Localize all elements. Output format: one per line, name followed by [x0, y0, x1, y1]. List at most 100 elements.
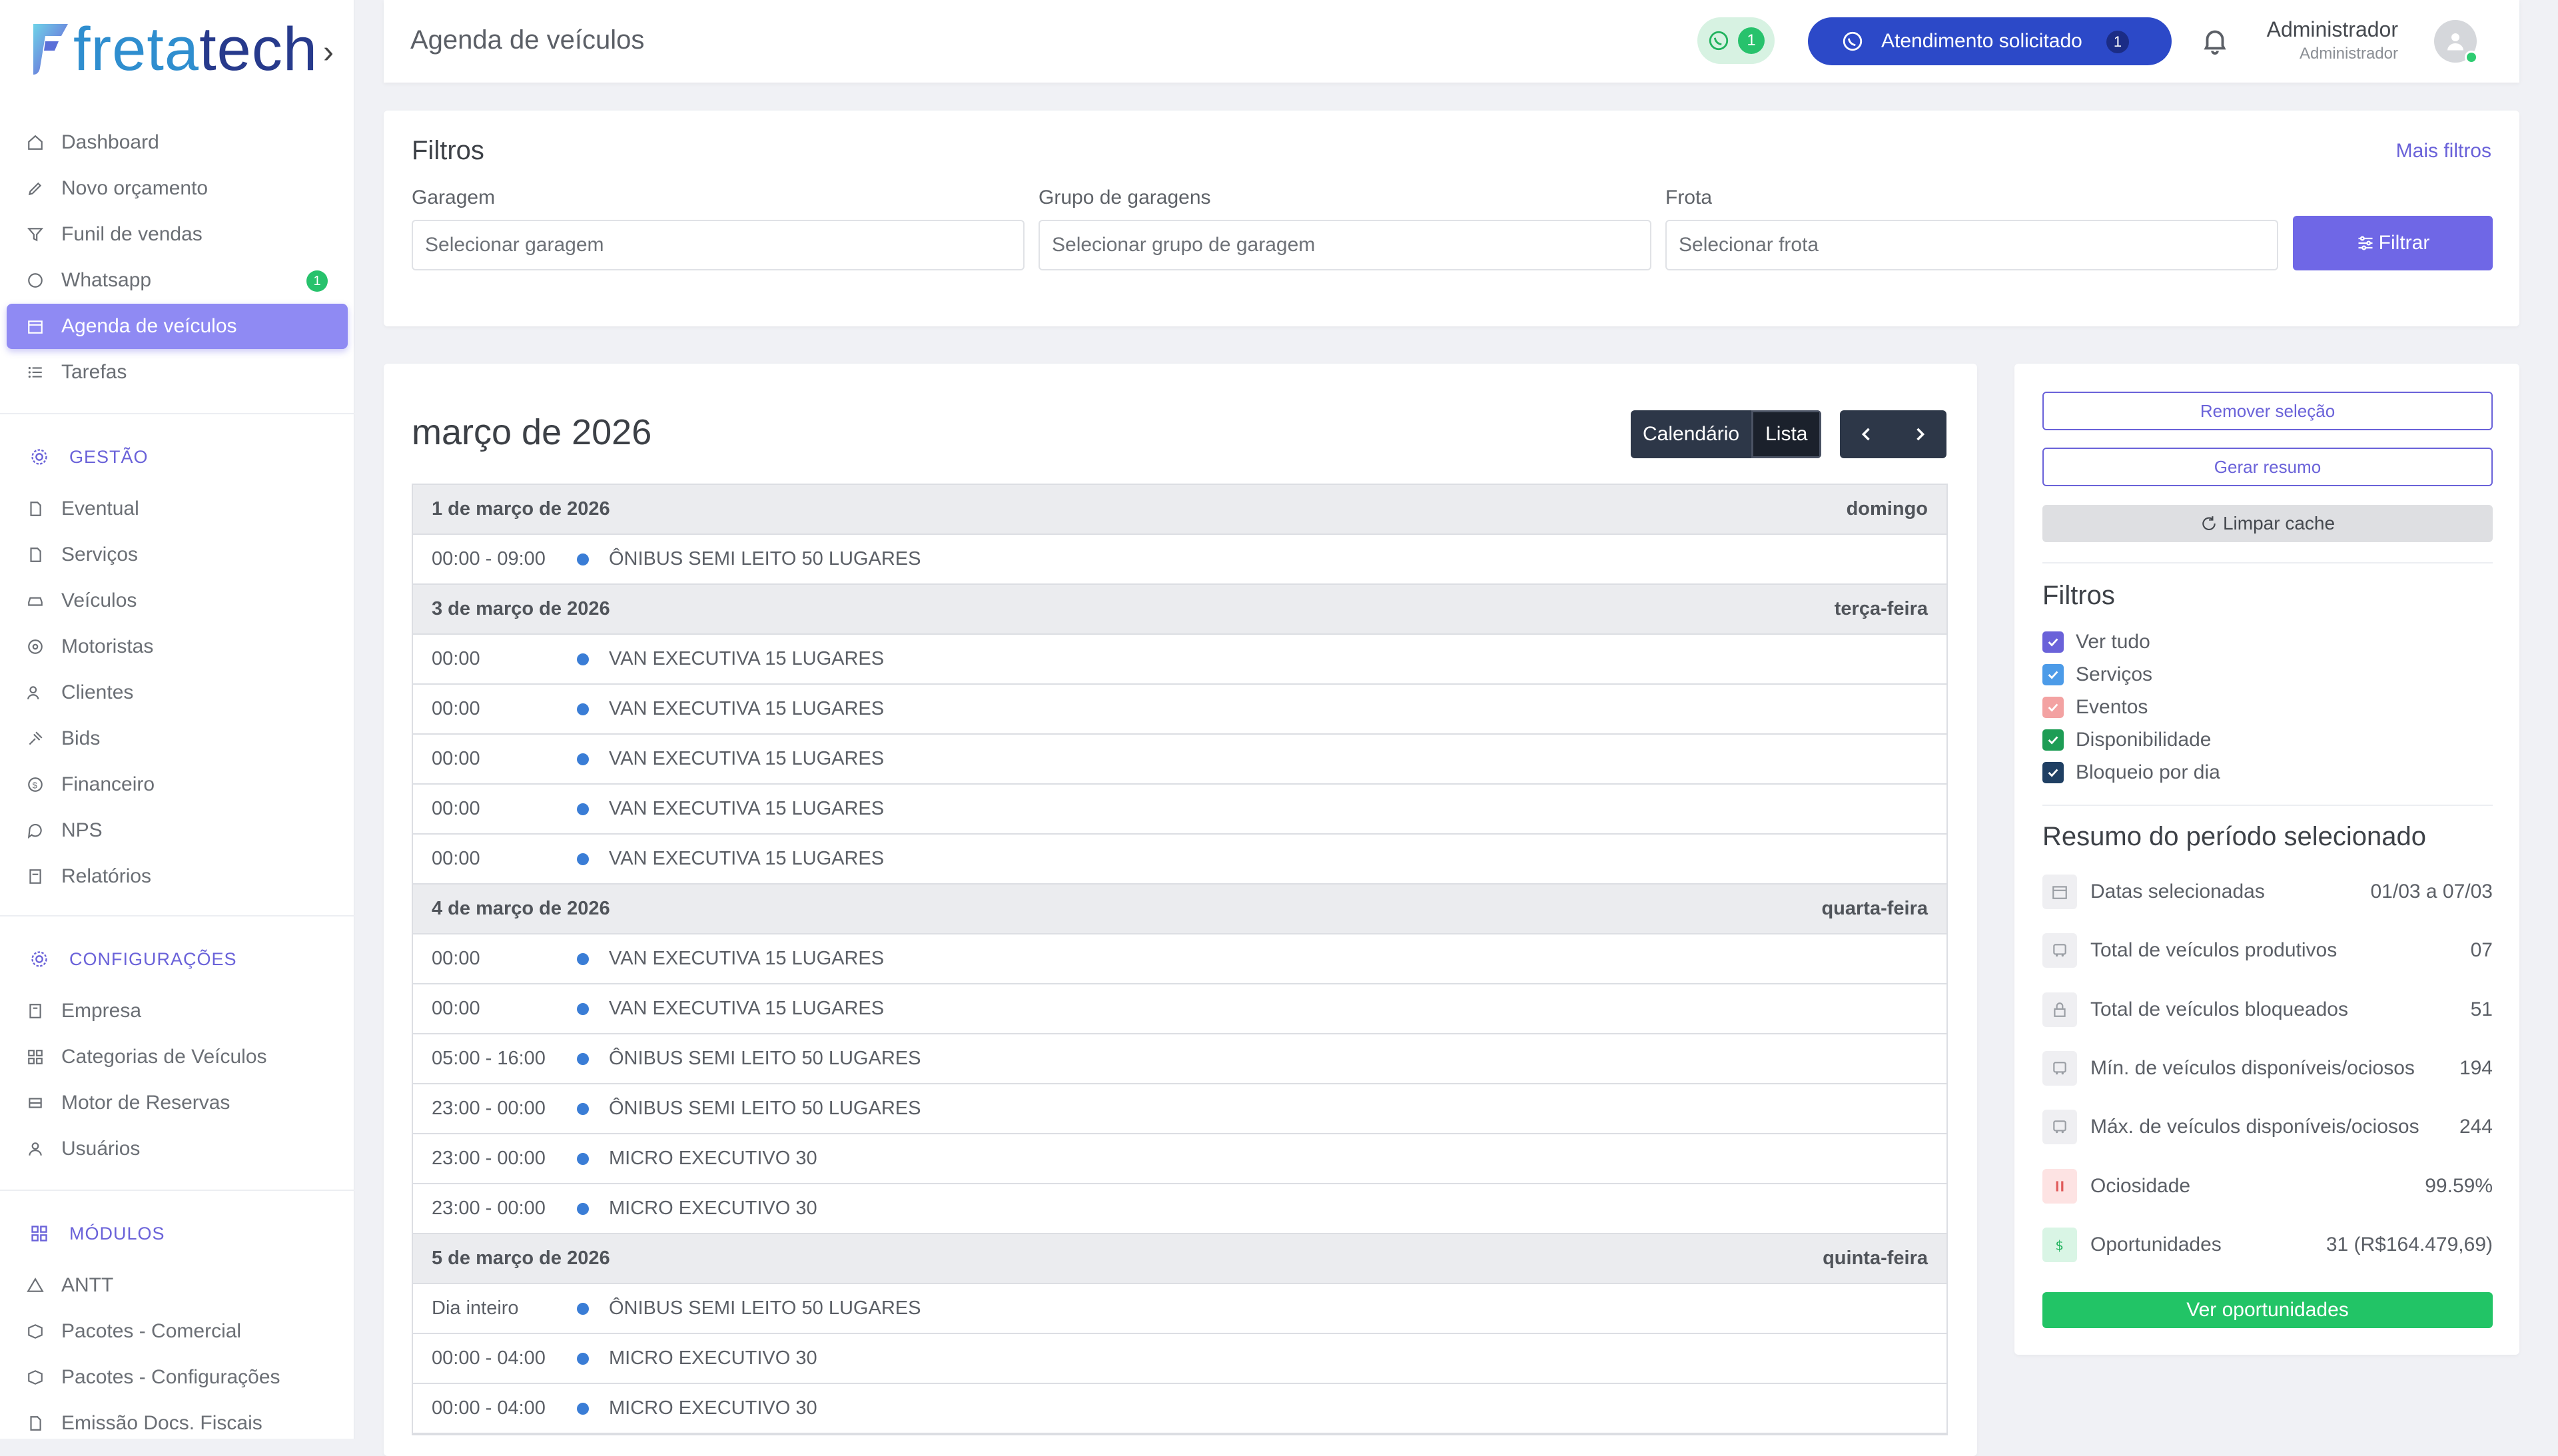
sidebar-item-empresa[interactable]: Empresa — [7, 988, 348, 1034]
filter-button-label: Filtrar — [2378, 232, 2430, 254]
event-row[interactable]: 23:00 - 00:00 MICRO EXECUTIVO 30 — [413, 1184, 1946, 1234]
next-month-button[interactable] — [1893, 410, 1946, 458]
summary-value: 244 — [2459, 1116, 2493, 1138]
sidebar-item-funil-de-vendas[interactable]: Funil de vendas — [7, 212, 348, 257]
filter-checkbox-disponibilidade[interactable]: Disponibilidade — [2042, 727, 2211, 753]
garagem-select[interactable]: Selecionar garagem — [412, 220, 1025, 270]
sidebar-item-label: Motor de Reservas — [61, 1092, 230, 1114]
summary-value: 07 — [2470, 939, 2493, 962]
sidebar-item-clientes[interactable]: Clientes — [7, 670, 348, 715]
user-name: Administrador — [2266, 17, 2398, 41]
grupo-garagem-select[interactable]: Selecionar grupo de garagem — [1039, 220, 1651, 270]
event-row[interactable]: 23:00 - 00:00 ÔNIBUS SEMI LEITO 50 LUGARE… — [413, 1084, 1946, 1134]
sidebar-item-motoristas[interactable]: Motoristas — [7, 624, 348, 669]
sidebar-item-dashboard[interactable]: Dashboard — [7, 120, 348, 165]
sidebar-item-usuarios[interactable]: Usuários — [7, 1126, 348, 1172]
day-header-row[interactable]: 3 de março de 2026 terça-feira — [413, 585, 1946, 635]
event-row[interactable]: 05:00 - 16:00 ÔNIBUS SEMI LEITO 50 LUGARE… — [413, 1034, 1946, 1084]
attendance-requested-button[interactable]: Atendimento solicitado 1 — [1808, 17, 2172, 65]
summary-row-min-de-veiculos-disponiveis-ociosos: Mín. de veículos disponíveis/ociosos 194 — [2042, 1049, 2493, 1088]
remove-selection-button[interactable]: Remover seleção — [2042, 392, 2493, 430]
event-row[interactable]: 00:00 - 04:00 MICRO EXECUTIVO 30 — [413, 1334, 1946, 1384]
sidebar-item-novo-orcamento[interactable]: Novo orçamento — [7, 166, 348, 211]
sidebar-item-label: Pacotes - Configurações — [61, 1366, 280, 1388]
event-time: 00:00 - 09:00 — [432, 548, 546, 569]
sidebar-item-label: Usuários — [61, 1138, 141, 1160]
whatsapp-icon — [1843, 31, 1863, 51]
brand-wordmark: fretatech — [73, 15, 318, 83]
sidebar-item-label: Pacotes - Comercial — [61, 1320, 242, 1342]
sidebar-item-tarefas[interactable]: Tarefas — [7, 350, 348, 395]
event-title: VAN EXECUTIVA 15 LUGARES — [609, 648, 885, 669]
avatar[interactable] — [2434, 20, 2478, 64]
filter-button[interactable]: Filtrar — [2293, 216, 2493, 270]
event-row[interactable]: 00:00 VAN EXECUTIVA 15 LUGARES — [413, 785, 1946, 835]
car-icon — [27, 592, 44, 609]
calendar-view-button[interactable]: Calendário — [1631, 410, 1752, 458]
event-time: Dia inteiro — [432, 1297, 519, 1319]
day-weekday: domingo — [1846, 498, 1928, 520]
day-header-row[interactable]: 5 de março de 2026 quinta-feira — [413, 1234, 1946, 1284]
gear-icon — [29, 447, 49, 467]
sidebar-item-categorias-de-veiculos[interactable]: Categorias de Veículos — [7, 1034, 348, 1080]
chevron-right-icon[interactable]: › — [323, 34, 334, 71]
event-row[interactable]: 23:00 - 00:00 MICRO EXECUTIVO 30 — [413, 1134, 1946, 1184]
sidebar-item-eventual[interactable]: Eventual — [7, 486, 348, 532]
filter-checkbox-servicos[interactable]: Serviços — [2042, 661, 2152, 688]
list-view-button[interactable]: Lista — [1751, 410, 1822, 458]
filter-checkbox-eventos[interactable]: Eventos — [2042, 694, 2148, 721]
sidebar-item-servicos[interactable]: Serviços — [7, 532, 348, 577]
sidebar-item-veiculos[interactable]: Veículos — [7, 578, 348, 623]
event-time: 00:00 - 04:00 — [432, 1397, 546, 1419]
sidebar-item-motor-de-reservas[interactable]: Motor de Reservas — [7, 1080, 348, 1126]
generate-summary-button[interactable]: Gerar resumo — [2042, 448, 2493, 486]
clear-cache-button[interactable]: Limpar cache — [2042, 505, 2493, 542]
sidebar-item-agenda-de-veiculos[interactable]: Agenda de veículos — [7, 304, 348, 349]
event-title: ÔNIBUS SEMI LEITO 50 LUGARES — [609, 548, 921, 569]
summary-value: 51 — [2470, 998, 2493, 1020]
event-row[interactable]: 00:00 VAN EXECUTIVA 15 LUGARES — [413, 934, 1946, 984]
file-icon — [27, 500, 44, 518]
sidebar-item-pacotes-configuracoes[interactable]: Pacotes - Configurações — [7, 1355, 348, 1400]
sidebar-item-relatorios[interactable]: Relatórios — [7, 854, 348, 899]
event-row[interactable]: 00:00 VAN EXECUTIVA 15 LUGARES — [413, 685, 1946, 735]
view-opportunities-button[interactable]: Ver oportunidades — [2042, 1292, 2493, 1328]
sidebar-item-pacotes-comercial[interactable]: Pacotes - Comercial — [7, 1309, 348, 1354]
bell-icon[interactable] — [2200, 25, 2230, 56]
whatsapp-button[interactable]: 1 — [1697, 17, 1775, 64]
event-dot-icon — [577, 1202, 589, 1215]
brand-logo[interactable]: fretatech › — [29, 16, 334, 83]
filter-checkbox-bloqueio-por-dia[interactable]: Bloqueio por dia — [2042, 759, 2220, 786]
side-filters-title: Filtros — [2042, 581, 2115, 610]
event-row[interactable]: 00:00 VAN EXECUTIVA 15 LUGARES — [413, 984, 1946, 1034]
sidebar-item-label: Eventual — [61, 498, 139, 520]
more-filters-link[interactable]: Mais filtros — [2396, 140, 2491, 163]
event-row[interactable]: Dia inteiro ÔNIBUS SEMI LEITO 50 LUGARES — [413, 1284, 1946, 1334]
sidebar-item-nps[interactable]: NPS — [7, 808, 348, 853]
checkbox-check-icon — [2042, 762, 2064, 783]
event-title: ÔNIBUS SEMI LEITO 50 LUGARES — [609, 1297, 921, 1319]
event-dot-icon — [577, 1302, 589, 1315]
event-dot-icon — [577, 703, 589, 715]
sidebar-item-antt[interactable]: ANTT — [7, 1263, 348, 1308]
prev-month-button[interactable] — [1840, 410, 1893, 458]
frota-select[interactable]: Selecionar frota — [1665, 220, 2278, 270]
event-row[interactable]: 00:00 - 04:00 MICRO EXECUTIVO 30 — [413, 1384, 1946, 1434]
day-header-row[interactable]: 1 de março de 2026 domingo — [413, 485, 1946, 535]
divider — [2042, 805, 2493, 806]
event-row[interactable]: 00:00 VAN EXECUTIVA 15 LUGARES — [413, 635, 1946, 685]
event-row[interactable]: 00:00 VAN EXECUTIVA 15 LUGARES — [413, 735, 1946, 785]
sidebar-item-emissao-docs-fiscais[interactable]: Emissão Docs. Fiscais — [7, 1401, 348, 1446]
filter-checkbox-ver-tudo[interactable]: Ver tudo — [2042, 629, 2150, 655]
event-row[interactable]: 00:00 VAN EXECUTIVA 15 LUGARES — [413, 835, 1946, 885]
event-dot-icon — [577, 1002, 589, 1015]
day-header-row[interactable]: 4 de março de 2026 quarta-feira — [413, 885, 1946, 934]
sidebar-item-financeiro[interactable]: $ Financeiro — [7, 762, 348, 807]
sidebar-item-whatsapp[interactable]: Whatsapp 1 — [7, 258, 348, 303]
user-menu[interactable]: Administrador Administrador — [2267, 17, 2398, 63]
sidebar-item-bids[interactable]: Bids — [7, 716, 348, 761]
online-status-dot — [2465, 51, 2478, 64]
sidebar: fretatech › Dashboard Novo orçamento Funil… — [0, 0, 354, 1439]
event-time: 00:00 — [432, 998, 480, 1019]
event-row[interactable]: 00:00 - 09:00 ÔNIBUS SEMI LEITO 50 LUGARE… — [413, 535, 1946, 585]
